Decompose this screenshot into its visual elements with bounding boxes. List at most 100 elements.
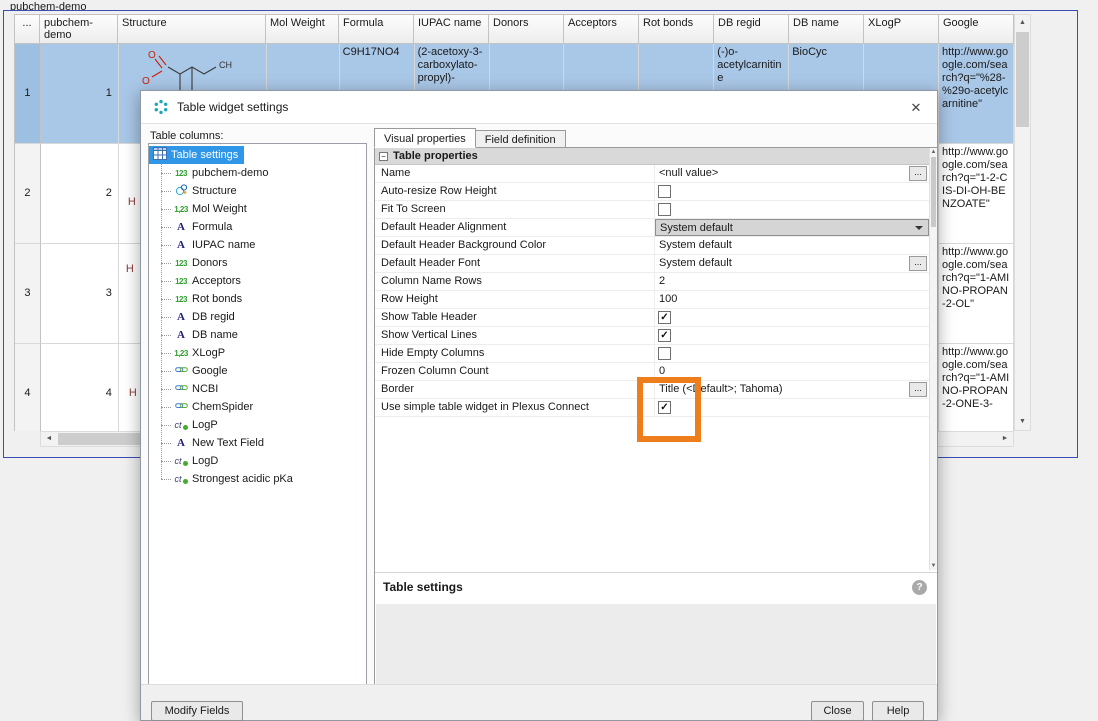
property-value[interactable] [655,327,929,344]
cell-google[interactable]: http://www.google.com/search?q="%28-%29o… [939,44,1014,144]
property-row-default-header-background-color[interactable]: Default Header Background Color System d… [375,237,929,255]
tree-item-db-name[interactable]: A DB name [149,326,366,344]
tree-item-logd[interactable]: ct LogD [149,452,366,470]
tree-item-rot-bonds[interactable]: 123 Rot bonds [149,290,366,308]
auto-resize-row-height-checkbox[interactable] [658,185,671,198]
show-vertical-lines-checkbox[interactable] [658,329,671,342]
property-value[interactable] [655,183,929,200]
property-group-header[interactable]: − Table properties [375,148,929,165]
property-row-column-name-rows[interactable]: Column Name Rows 2 [375,273,929,291]
tree-item-db-regid[interactable]: A DB regid [149,308,366,326]
column-header-rot-bonds[interactable]: Rot bonds [639,14,714,44]
column-header-google[interactable]: Google [939,14,1014,44]
property-value[interactable]: System default [655,237,929,254]
tree-item-acceptors[interactable]: 123 Acceptors [149,272,366,290]
tree-item-formula[interactable]: A Formula [149,218,366,236]
tree-item-table-settings[interactable]: Table settings [149,146,244,164]
hide-empty-columns-checkbox[interactable] [658,347,671,360]
scroll-up-icon[interactable]: ▲ [930,149,937,155]
column-header-donors[interactable]: Donors [489,14,564,44]
name-ellipsis-button[interactable]: ... [909,166,927,181]
property-value[interactable] [655,201,929,218]
column-header-iupac-name[interactable]: IUPAC name [414,14,489,44]
help-icon[interactable]: ? [912,580,927,595]
property-value[interactable]: System default ... [655,255,929,272]
scroll-left-icon[interactable]: ◄ [41,432,57,446]
property-name: Default Header Font [375,255,655,272]
tree-item-logp[interactable]: ct LogP [149,416,366,434]
property-row-auto-resize-row-height[interactable]: Auto-resize Row Height [375,183,929,201]
property-row-show-table-header[interactable]: Show Table Header [375,309,929,327]
scroll-right-icon[interactable]: ► [997,432,1013,446]
column-header-db-name[interactable]: DB name [789,14,864,44]
tree-item-label: Formula [192,221,232,233]
property-value[interactable] [655,309,929,326]
column-header-db-regid[interactable]: DB regid [714,14,789,44]
scrollbar-thumb[interactable] [931,157,936,227]
property-value[interactable]: 2 [655,273,929,290]
property-row-name[interactable]: Name <null value> ... [375,165,929,183]
column-header-structure[interactable]: Structure [118,14,266,44]
fit-to-screen-checkbox[interactable] [658,203,671,216]
header-alignment-dropdown[interactable]: System default [655,219,929,236]
property-row-show-vertical-lines[interactable]: Show Vertical Lines [375,327,929,345]
row-number-cell[interactable]: 1 [15,44,41,144]
cell-google[interactable]: http://www.google.com/search?q="1-2-CIS-… [939,144,1014,244]
scroll-up-icon[interactable]: ▲ [1015,15,1030,31]
cell-google[interactable]: http://www.google.com/search?q="1-AMINO-… [939,244,1014,344]
cell-pubchem-demo[interactable]: 3 [41,244,119,344]
tree-item-ncbi[interactable]: NCBI [149,380,366,398]
show-table-header-checkbox[interactable] [658,311,671,324]
help-button[interactable]: Help [872,701,924,721]
tab-visual-properties[interactable]: Visual properties [374,128,476,148]
property-value[interactable]: System default [655,219,929,236]
column-header-acceptors[interactable]: Acceptors [564,14,639,44]
column-header-formula[interactable]: Formula [339,14,414,44]
collapse-icon[interactable]: − [379,152,388,161]
tree-item-chemspider[interactable]: ChemSpider [149,398,366,416]
property-group-title: Table properties [393,150,478,162]
column-header-mol-weight[interactable]: Mol Weight [266,14,339,44]
property-row-hide-empty-columns[interactable]: Hide Empty Columns [375,345,929,363]
cell-pubchem-demo[interactable]: 2 [41,144,119,244]
property-value[interactable]: <null value> ... [655,165,929,182]
tree-item-google[interactable]: Google [149,362,366,380]
cell-google[interactable]: http://www.google.com/search?q="1-AMINO-… [939,344,1014,431]
close-icon[interactable]: ✕ [907,99,925,117]
dialog-title-bar[interactable]: Table widget settings ✕ [141,91,937,124]
column-header-xlogp[interactable]: XLogP [864,14,939,44]
vertical-scrollbar[interactable]: ▲ ▼ [1014,14,1031,431]
column-header-row-selector[interactable]: ... [14,14,40,44]
dialog-tabs: Visual properties Field definition [374,128,566,148]
property-value[interactable]: 100 [655,291,929,308]
scroll-down-icon[interactable]: ▼ [1015,414,1030,430]
tree-item-iupac-name[interactable]: A IUPAC name [149,236,366,254]
row-number-cell[interactable]: 2 [15,144,41,244]
property-row-fit-to-screen[interactable]: Fit To Screen [375,201,929,219]
property-row-row-height[interactable]: Row Height 100 [375,291,929,309]
tree-item-strongest-acidic-pka[interactable]: ct Strongest acidic pKa [149,470,366,488]
row-number-cell[interactable]: 3 [15,244,41,344]
property-row-default-header-font[interactable]: Default Header Font System default ... [375,255,929,273]
cell-pubchem-demo[interactable]: 1 [41,44,119,144]
scroll-down-icon[interactable]: ▼ [930,563,937,569]
tab-field-definition[interactable]: Field definition [476,130,566,148]
border-ellipsis-button[interactable]: ... [909,382,927,397]
font-ellipsis-button[interactable]: ... [909,256,927,271]
close-button[interactable]: Close [811,701,864,721]
tree-item-mol-weight[interactable]: 1,23 Mol Weight [149,200,366,218]
tree-item-structure[interactable]: Structure [149,182,366,200]
column-header-pubchem-demo[interactable]: pubchem-demo [40,14,118,44]
tree-item-donors[interactable]: 123 Donors [149,254,366,272]
property-grid-scrollbar[interactable]: ▲ ▼ [929,148,937,570]
cell-pubchem-demo[interactable]: 4 [41,344,119,431]
property-row-default-header-alignment[interactable]: Default Header Alignment System default [375,219,929,237]
modify-fields-button[interactable]: Modify Fields [151,701,243,721]
scrollbar-thumb[interactable] [1016,32,1029,127]
property-value[interactable] [655,345,929,362]
text-field-icon: A [173,239,189,251]
tree-item-new-text-field[interactable]: A New Text Field [149,434,366,452]
tree-item-xlogp[interactable]: 1,23 XLogP [149,344,366,362]
row-number-cell[interactable]: 4 [15,344,41,431]
tree-item-pubchem-demo[interactable]: 123 pubchem-demo [149,164,366,182]
